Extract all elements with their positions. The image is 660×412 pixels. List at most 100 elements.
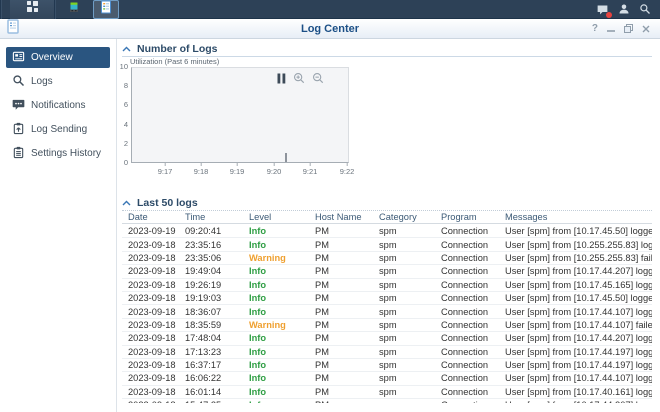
cell-level: Info <box>249 333 315 343</box>
cell-messages: User [spm] from [10.17.44.207] logged in… <box>505 266 652 276</box>
column-header-messages[interactable]: Messages <box>505 212 652 222</box>
cell-level: Info <box>249 266 315 276</box>
cell-program: Connection <box>441 320 505 330</box>
cell-date: 2023-09-18 <box>128 307 185 317</box>
cell-host-name: PM <box>315 320 379 330</box>
cell-program: Connection <box>441 360 505 370</box>
section-number-of-logs[interactable]: Number of Logs <box>122 42 652 57</box>
cell-date: 2023-09-18 <box>128 253 185 263</box>
chart-controls <box>277 72 324 84</box>
help-icon[interactable]: ? <box>592 24 598 34</box>
sidebar-item-log-sending[interactable]: Log Sending <box>6 119 110 140</box>
x-tick-label: 9:17 <box>158 167 173 176</box>
log-center-app-icon <box>99 0 113 19</box>
table-row[interactable]: 2023-09-18 19:26:19 Info PM spm Connecti… <box>122 279 652 292</box>
cell-host-name: PM <box>315 240 379 250</box>
cell-program: Connection <box>441 240 505 250</box>
cell-category: spm <box>379 347 441 357</box>
table-row[interactable]: 2023-09-19 09:20:41 Info PM spm Connecti… <box>122 225 652 238</box>
chevron-up-icon <box>122 43 131 55</box>
pause-icon[interactable] <box>277 73 286 84</box>
search-icon[interactable] <box>639 3 651 15</box>
cell-level: Info <box>249 240 315 250</box>
cell-category: spm <box>379 373 441 383</box>
taskbar-app-log-center[interactable] <box>93 0 119 19</box>
clipboard-list-icon <box>12 146 25 162</box>
cell-date: 2023-09-18 <box>128 320 185 330</box>
column-header-program[interactable]: Program <box>441 212 505 222</box>
table-row[interactable]: 2023-09-18 18:36:07 Info PM spm Connecti… <box>122 305 652 318</box>
cell-level: Info <box>249 307 315 317</box>
cell-program: Connection <box>441 253 505 263</box>
table-row[interactable]: 2023-09-18 16:37:17 Info PM spm Connecti… <box>122 359 652 372</box>
cell-program: Connection <box>441 307 505 317</box>
sidebar-item-overview[interactable]: Overview <box>6 47 110 68</box>
sidebar-item-notifications[interactable]: Notifications <box>6 95 110 116</box>
sidebar-item-settings-history[interactable]: Settings History <box>6 143 110 164</box>
table-row[interactable]: 2023-09-18 18:35:59 Warning PM spm Conne… <box>122 319 652 332</box>
cell-time: 15:47:25 <box>185 400 249 403</box>
section-last-50-logs[interactable]: Last 50 logs <box>122 196 652 211</box>
cell-category: spm <box>379 240 441 250</box>
notification-badge <box>606 12 612 18</box>
table-row[interactable]: 2023-09-18 17:13:23 Info PM spm Connecti… <box>122 346 652 359</box>
chart-bar <box>285 153 287 162</box>
table-row[interactable]: 2023-09-18 17:48:04 Info PM spm Connecti… <box>122 332 652 345</box>
column-header-level[interactable]: Level <box>249 212 315 222</box>
taskbar-app-storage[interactable] <box>61 0 87 19</box>
table-row[interactable]: 2023-09-18 19:19:03 Info PM spm Connecti… <box>122 292 652 305</box>
cell-time: 19:26:19 <box>185 280 249 290</box>
cell-host-name: PM <box>315 387 379 397</box>
column-header-time[interactable]: Time <box>185 212 249 222</box>
zoom-in-icon[interactable] <box>293 72 305 84</box>
maximize-icon[interactable] <box>624 24 633 33</box>
window-title: Log Center <box>0 23 660 35</box>
main-menu-button[interactable] <box>10 0 54 19</box>
table-row[interactable]: 2023-09-18 16:06:22 Info PM spm Connecti… <box>122 372 652 385</box>
cell-level: Info <box>249 280 315 290</box>
cell-date: 2023-09-18 <box>128 293 185 303</box>
cell-category: spm <box>379 226 441 236</box>
cell-program: Connection <box>441 293 505 303</box>
cell-host-name: PM <box>315 333 379 343</box>
zoom-out-icon[interactable] <box>312 72 324 84</box>
table-row[interactable]: 2023-09-18 15:47:25 Info PM spm Connecti… <box>122 399 652 403</box>
taskbar-separator <box>54 0 55 19</box>
table-row[interactable]: 2023-09-18 23:35:16 Info PM spm Connecti… <box>122 238 652 251</box>
cell-program: Connection <box>441 333 505 343</box>
taskbar <box>0 0 660 19</box>
log-table-body: 2023-09-19 09:20:41 Info PM spm Connecti… <box>122 225 652 403</box>
close-icon[interactable] <box>642 25 650 33</box>
cell-time: 16:01:14 <box>185 387 249 397</box>
column-header-category[interactable]: Category <box>379 212 441 222</box>
y-tick-label: 10 <box>117 63 128 71</box>
y-tick-label: 6 <box>117 101 128 109</box>
window-titlebar: Log Center ? <box>0 19 660 39</box>
cell-time: 17:13:23 <box>185 347 249 357</box>
table-row[interactable]: 2023-09-18 23:35:06 Warning PM spm Conne… <box>122 252 652 265</box>
cell-messages: User [spm] from [10.17.44.207] logged in… <box>505 400 652 403</box>
cell-time: 23:35:16 <box>185 240 249 250</box>
user-icon[interactable] <box>618 3 630 15</box>
minimize-icon[interactable] <box>607 25 615 33</box>
cell-host-name: PM <box>315 347 379 357</box>
search-icon <box>12 74 25 90</box>
cell-messages: User [spm] from [10.17.40.161] logged in… <box>505 387 652 397</box>
main-content: Number of Logs Utilization (Past 6 minut… <box>117 39 660 412</box>
cell-time: 09:20:41 <box>185 226 249 236</box>
column-header-date[interactable]: Date <box>128 212 185 222</box>
cell-level: Info <box>249 400 315 403</box>
cell-program: Connection <box>441 400 505 403</box>
cell-category: spm <box>379 266 441 276</box>
cell-category: spm <box>379 400 441 403</box>
cell-date: 2023-09-18 <box>128 347 185 357</box>
cell-time: 18:36:07 <box>185 307 249 317</box>
column-header-host-name[interactable]: Host Name <box>315 212 379 222</box>
cell-date: 2023-09-18 <box>128 387 185 397</box>
cell-host-name: PM <box>315 307 379 317</box>
table-row[interactable]: 2023-09-18 19:49:04 Info PM spm Connecti… <box>122 265 652 278</box>
table-row[interactable]: 2023-09-18 16:01:14 Info PM spm Connecti… <box>122 386 652 399</box>
sidebar-item-logs[interactable]: Logs <box>6 71 110 92</box>
cell-level: Info <box>249 293 315 303</box>
notifications-icon[interactable] <box>596 3 609 16</box>
